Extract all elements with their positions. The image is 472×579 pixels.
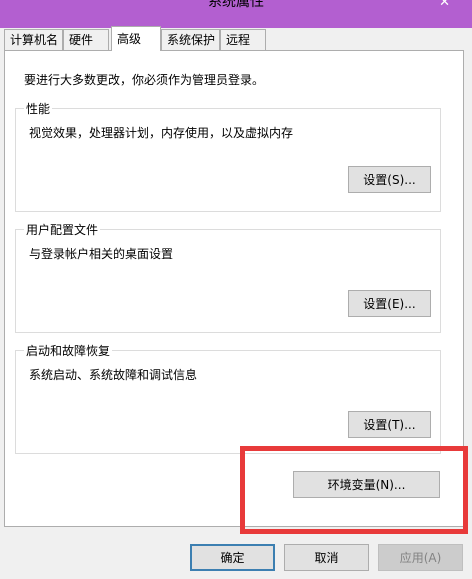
user-profiles-legend: 用户配置文件 bbox=[24, 221, 101, 238]
admin-notice: 要进行大多数更改，你必须作为管理员登录。 bbox=[24, 73, 265, 87]
user-profiles-settings-button[interactable]: 设置(E)... bbox=[348, 290, 431, 317]
dialog-button-bar: 确定 取消 应用(A) bbox=[0, 528, 472, 579]
window-title: 系统属性 bbox=[208, 0, 264, 10]
user-profiles-group: 用户配置文件 与登录帐户相关的桌面设置 设置(E)... bbox=[15, 221, 441, 333]
tab-hardware[interactable]: 硬件 bbox=[63, 29, 109, 50]
tab-remote[interactable]: 远程 bbox=[220, 29, 266, 50]
performance-settings-button[interactable]: 设置(S)... bbox=[348, 166, 431, 193]
tab-system-protection[interactable]: 系统保护 bbox=[161, 29, 220, 50]
tab-advanced[interactable]: 高级 bbox=[111, 26, 161, 51]
cancel-button[interactable]: 取消 bbox=[284, 544, 369, 571]
ok-button[interactable]: 确定 bbox=[190, 544, 275, 571]
title-bar: 系统属性 ✕ bbox=[0, 0, 472, 28]
startup-recovery-group: 启动和故障恢复 系统启动、系统故障和调试信息 设置(T)... bbox=[15, 342, 441, 454]
performance-description: 视觉效果，处理器计划，内存使用，以及虚拟内存 bbox=[29, 126, 294, 140]
performance-legend: 性能 bbox=[24, 100, 53, 117]
startup-recovery-description: 系统启动、系统故障和调试信息 bbox=[29, 368, 198, 382]
apply-button[interactable]: 应用(A) bbox=[378, 544, 463, 571]
close-icon[interactable]: ✕ bbox=[439, 0, 450, 13]
tab-computer-name[interactable]: 计算机名 bbox=[4, 29, 63, 50]
environment-variables-button[interactable]: 环境变量(N)... bbox=[293, 471, 440, 498]
startup-recovery-settings-button[interactable]: 设置(T)... bbox=[348, 411, 431, 438]
user-profiles-description: 与登录帐户相关的桌面设置 bbox=[29, 247, 174, 261]
startup-recovery-legend: 启动和故障恢复 bbox=[24, 342, 113, 359]
performance-group: 性能 视觉效果，处理器计划，内存使用，以及虚拟内存 设置(S)... bbox=[15, 100, 441, 212]
advanced-tab-panel: 要进行大多数更改，你必须作为管理员登录。 性能 视觉效果，处理器计划，内存使用，… bbox=[4, 50, 464, 527]
